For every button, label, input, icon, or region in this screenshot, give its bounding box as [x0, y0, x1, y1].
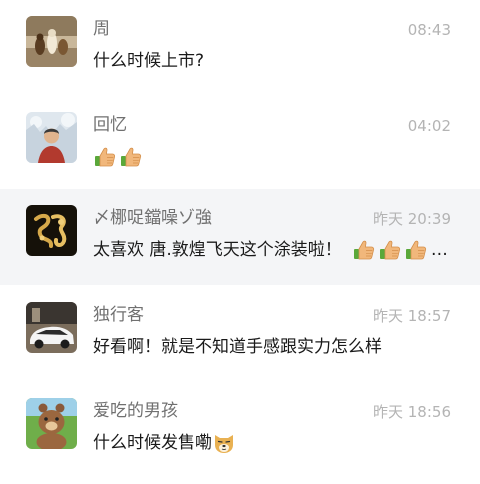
- contact-name-text: 〆梛哫鐺噪ゾ強: [93, 208, 212, 228]
- thumbs-up-icon: [404, 238, 428, 262]
- avatar[interactable]: [26, 16, 77, 67]
- message-text: 太喜欢 唐.敦煌飞天这个涂装啦！: [93, 240, 342, 260]
- contact-name: 周: [93, 19, 110, 39]
- truncation-ellipsis: …: [430, 240, 448, 260]
- message-preview: [93, 145, 145, 169]
- conversation-item[interactable]: 独行客 昨天 18:57 好看啊！就是不知道手感跟实力怎么样: [0, 286, 480, 382]
- thumbs-up-icon: [352, 238, 376, 262]
- avatar[interactable]: [26, 205, 77, 256]
- contact-name: 独行客: [93, 305, 144, 325]
- thumbs-up-icon: [93, 145, 117, 169]
- conversation-item[interactable]: 〆梛哫鐺噪ゾ強 昨天 20:39 太喜欢 唐.敦煌飞天这个涂装啦！ …: [0, 189, 480, 285]
- contact-name: 〆梛哫鐺噪ゾ強: [93, 206, 212, 230]
- conversation-item[interactable]: 周 08:43 什么时候上市?: [0, 0, 480, 96]
- doge-icon: [215, 435, 233, 453]
- timestamp: 昨天 20:39: [373, 210, 451, 228]
- timestamp: 昨天 18:57: [373, 307, 451, 325]
- thumbs-up-icon: [119, 145, 143, 169]
- thumbs-up-icon: [378, 238, 402, 262]
- contact-name: 回忆: [93, 115, 127, 135]
- conversation-item[interactable]: 爱吃的男孩 昨天 18:56 什么时候发售嘞: [0, 382, 480, 478]
- conversation-list: 周 08:43 什么时候上市? 回忆 04:02 〆梛哫鐺噪ゾ強 昨天 20:3…: [0, 0, 480, 484]
- message-preview: 好看啊！就是不知道手感跟实力怎么样: [93, 335, 382, 359]
- message-text: 什么时候发售嘞: [93, 433, 212, 453]
- avatar[interactable]: [26, 302, 77, 353]
- timestamp: 08:43: [407, 21, 451, 39]
- message-preview: 太喜欢 唐.敦煌飞天这个涂装啦！ …: [93, 238, 448, 262]
- message-text: 好看啊！就是不知道手感跟实力怎么样: [93, 337, 382, 357]
- message-preview: 什么时候发售嘞: [93, 431, 238, 455]
- timestamp: 昨天 18:56: [373, 403, 451, 421]
- message-text: 什么时候上市?: [93, 51, 205, 71]
- avatar[interactable]: [26, 112, 77, 163]
- contact-name: 爱吃的男孩: [93, 401, 178, 421]
- conversation-item[interactable]: 回忆 04:02: [0, 96, 480, 192]
- avatar[interactable]: [26, 398, 77, 449]
- message-preview: 什么时候上市?: [93, 49, 204, 73]
- timestamp: 04:02: [407, 117, 451, 135]
